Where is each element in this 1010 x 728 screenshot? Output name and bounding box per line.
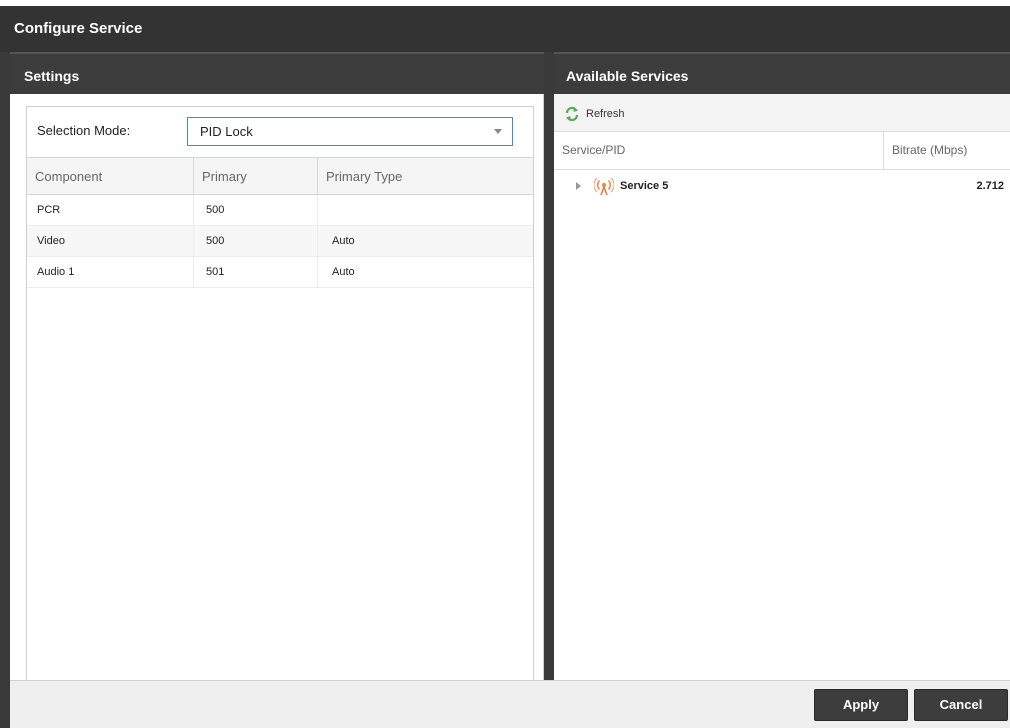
- chevron-down-icon[interactable]: [494, 129, 502, 134]
- available-services-panel: Available Services Refresh Service/PID B…: [554, 52, 1010, 680]
- table-row[interactable]: Video 500 Auto: [27, 226, 533, 257]
- cell-primary: 501: [194, 257, 318, 287]
- cell-primary: 500: [194, 226, 318, 256]
- settings-box: Selection Mode: PID Lock Component Prima…: [26, 106, 534, 690]
- cancel-button[interactable]: Cancel: [914, 689, 1008, 721]
- expand-arrow-icon[interactable]: [576, 182, 581, 190]
- component-grid-header: Component Primary Primary Type: [27, 157, 533, 195]
- refresh-button[interactable]: Refresh: [564, 104, 625, 124]
- refresh-label: Refresh: [586, 108, 625, 120]
- apply-button[interactable]: Apply: [814, 689, 908, 721]
- cell-primary-type: Auto: [332, 266, 355, 278]
- cell-component: PCR: [27, 195, 194, 225]
- cell-component: Video: [27, 226, 194, 256]
- cell-primary-type: [318, 195, 533, 225]
- component-grid: Component Primary Primary Type PCR 500 V…: [27, 157, 533, 288]
- service-antenna-icon: [594, 177, 614, 196]
- cell-component: Audio 1: [27, 257, 194, 287]
- selection-mode-dropdown[interactable]: PID Lock: [187, 117, 513, 146]
- cell-primary: 500: [194, 195, 318, 225]
- column-header-component[interactable]: Component: [27, 158, 194, 195]
- available-services-header: Available Services: [554, 52, 1010, 94]
- column-header-service-pid[interactable]: Service/PID: [554, 132, 884, 169]
- selection-mode-row: Selection Mode: PID Lock: [27, 107, 533, 155]
- service-row[interactable]: Service 5 2.712: [554, 172, 1010, 200]
- services-grid-header: Service/PID Bitrate (Mbps): [554, 132, 1010, 170]
- configure-service-dialog: Configure Service Settings Selection Mod…: [0, 0, 1010, 728]
- cell-primary-type: Auto: [332, 235, 355, 247]
- column-header-bitrate[interactable]: Bitrate (Mbps): [884, 132, 1010, 169]
- column-header-primary-type[interactable]: Primary Type: [318, 158, 533, 195]
- selection-mode-label: Selection Mode:: [37, 123, 131, 138]
- dialog-titlebar: Configure Service: [0, 0, 1010, 52]
- settings-header: Settings: [10, 52, 544, 94]
- refresh-icon: [565, 106, 579, 122]
- column-header-primary[interactable]: Primary: [194, 158, 318, 195]
- table-row[interactable]: Audio 1 501 Auto: [27, 257, 533, 288]
- settings-panel: Settings Selection Mode: PID Lock Compon…: [10, 52, 544, 690]
- dialog-footer: Apply Cancel: [10, 680, 1010, 728]
- service-name: Service 5: [620, 180, 669, 192]
- service-bitrate: 2.712: [976, 180, 1004, 192]
- dialog-title: Configure Service: [14, 20, 143, 37]
- services-toolbar: Refresh: [554, 94, 1010, 132]
- table-row[interactable]: PCR 500: [27, 195, 533, 226]
- selection-mode-value: PID Lock: [200, 124, 253, 139]
